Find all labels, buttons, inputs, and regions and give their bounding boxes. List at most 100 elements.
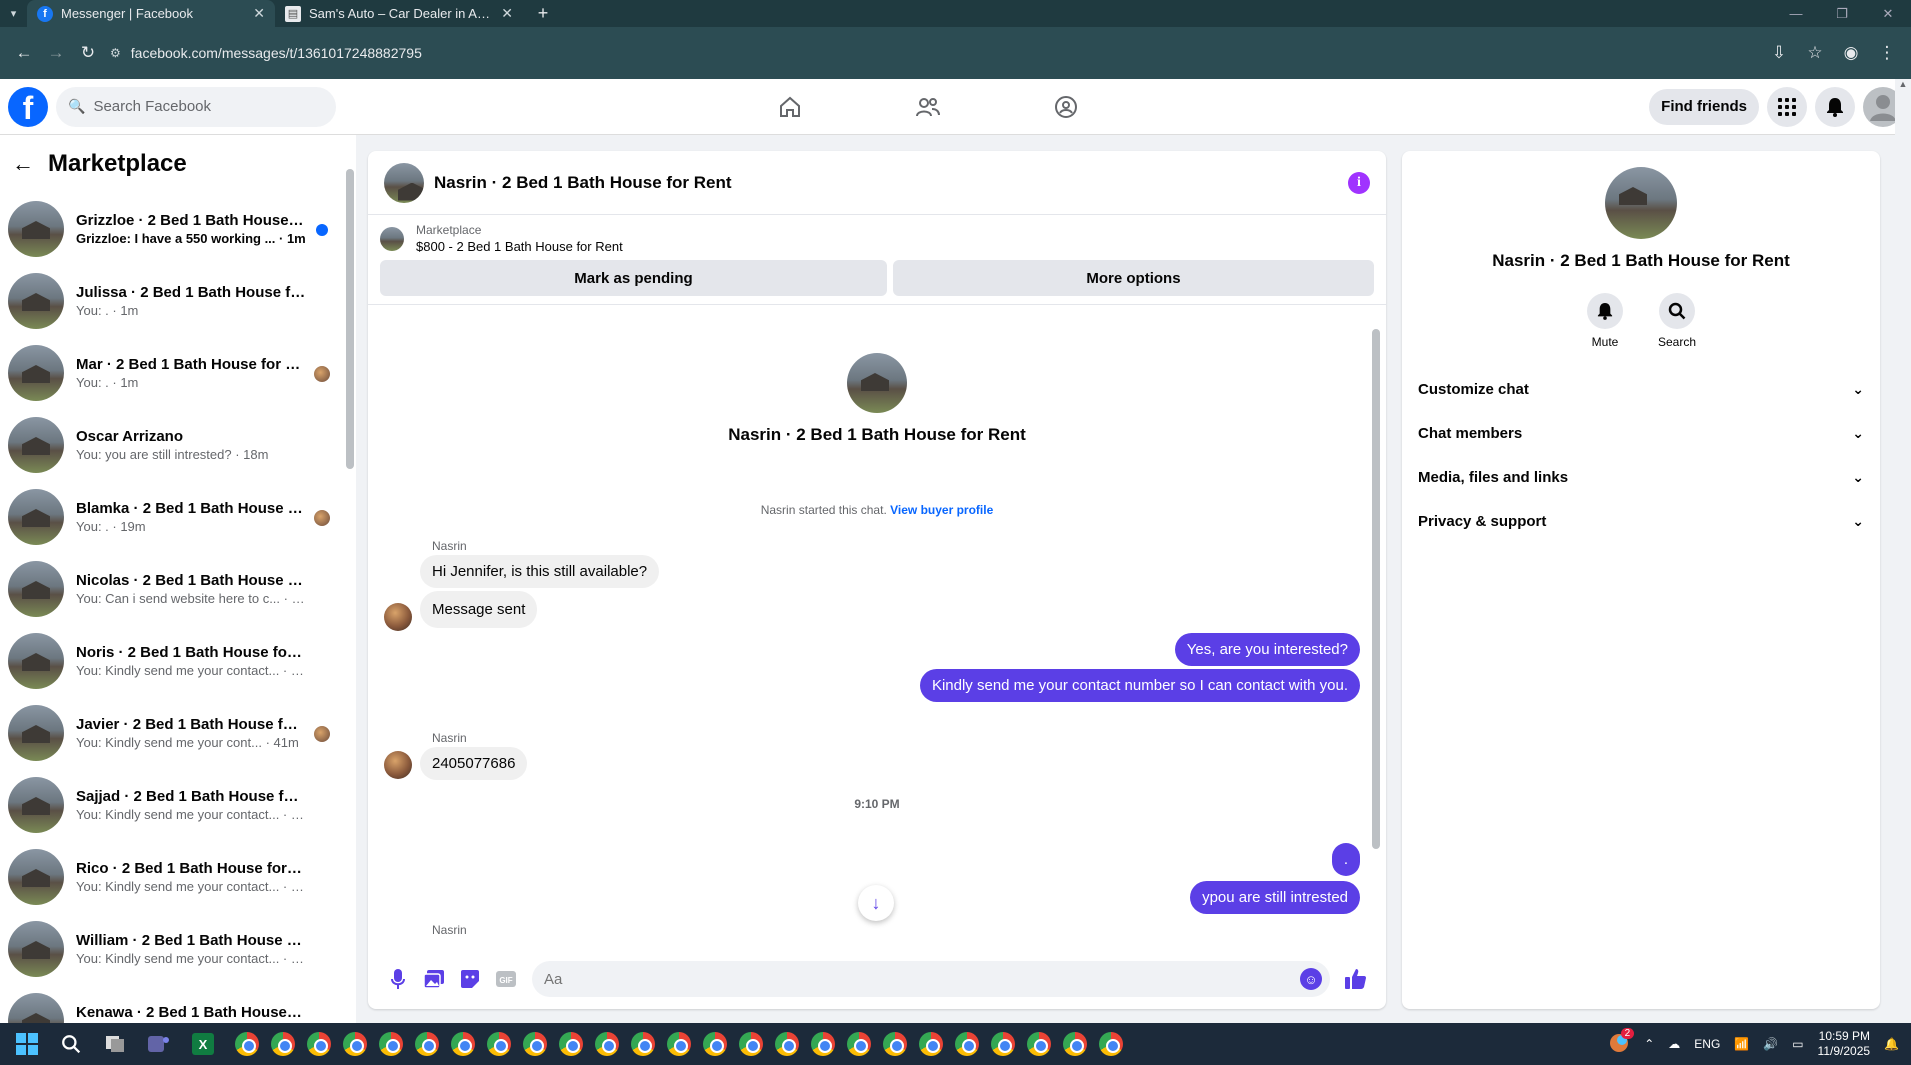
wifi-icon[interactable]: 📶 <box>1734 1037 1749 1051</box>
thumbs-up-icon[interactable] <box>1338 961 1374 997</box>
groups-icon[interactable] <box>1036 79 1096 135</box>
info-avatar[interactable] <box>1605 167 1677 239</box>
chrome-taskbar-icon[interactable] <box>1022 1027 1056 1061</box>
new-tab-button[interactable]: + <box>531 3 555 24</box>
sender-avatar[interactable] <box>384 603 412 631</box>
forward-icon[interactable]: → <box>40 37 72 69</box>
tab-messenger[interactable]: f Messenger | Facebook ✕ <box>27 0 275 27</box>
chrome-taskbar-icon[interactable] <box>950 1027 984 1061</box>
chat-scrollbar[interactable] <box>1372 319 1380 931</box>
scroll-to-bottom-button[interactable]: ↓ <box>858 885 894 921</box>
chrome-taskbar-icon[interactable] <box>878 1027 912 1061</box>
chat-members-section[interactable]: Chat members ⌄ <box>1418 411 1864 455</box>
mark-pending-button[interactable]: Mark as pending <box>380 260 887 296</box>
find-friends-button[interactable]: Find friends <box>1649 88 1759 125</box>
home-icon[interactable] <box>760 79 820 135</box>
listing-thumbnail[interactable] <box>380 226 404 251</box>
message-bubble-outgoing[interactable]: Yes, are you interested? <box>1174 633 1360 666</box>
close-window-icon[interactable]: ✕ <box>1865 6 1911 22</box>
search-input[interactable]: Search Facebook <box>93 98 211 115</box>
chrome-taskbar-icon[interactable] <box>1058 1027 1092 1061</box>
chrome-taskbar-icon[interactable] <box>734 1027 768 1061</box>
chrome-taskbar-icon[interactable] <box>590 1027 624 1061</box>
sidebar-scrollbar[interactable] <box>346 163 354 993</box>
conversation-item[interactable]: Nicolas · 2 Bed 1 Bath House for Rent You… <box>0 553 356 625</box>
message-bubble-outgoing[interactable]: ypou are still intrested <box>1190 881 1360 914</box>
clock[interactable]: 10:59 PM 11/9/2025 <box>1818 1029 1871 1059</box>
chrome-taskbar-icon[interactable] <box>482 1027 516 1061</box>
chrome-taskbar-icon[interactable] <box>986 1027 1020 1061</box>
language-indicator[interactable]: ENG <box>1694 1037 1720 1051</box>
chrome-taskbar-icon[interactable] <box>518 1027 552 1061</box>
microphone-icon[interactable] <box>380 961 416 997</box>
intro-avatar[interactable] <box>847 353 907 413</box>
facebook-logo-icon[interactable]: f <box>8 86 48 127</box>
chrome-taskbar-icon[interactable] <box>338 1027 372 1061</box>
show-hidden-icons-icon[interactable]: ⌃ <box>1644 1037 1654 1051</box>
scroll-up-arrow-icon[interactable]: ▲ <box>1895 79 1911 89</box>
copilot-icon[interactable]: 2 <box>1608 1027 1635 1057</box>
restore-icon[interactable]: ❐ <box>1819 6 1865 22</box>
conversation-item[interactable]: Mar · 2 Bed 1 Bath House for Rent You: . … <box>0 337 356 409</box>
conversation-item[interactable]: Oscar Arrizano You: you are still intrest… <box>0 409 356 481</box>
back-arrow-icon[interactable]: ← <box>12 151 34 177</box>
notifications-bell-icon[interactable] <box>1815 86 1855 127</box>
close-icon[interactable]: ✕ <box>253 5 265 22</box>
browser-menu-icon[interactable]: ⋮ <box>1871 37 1903 69</box>
chrome-taskbar-icon[interactable] <box>842 1027 876 1061</box>
notification-bell-icon[interactable]: 🔔 <box>1884 1037 1899 1051</box>
message-bubble-incoming[interactable]: Hi Jennifer, is this still available? <box>420 555 660 588</box>
conversation-item[interactable]: Julissa · 2 Bed 1 Bath House for Rent You… <box>0 265 356 337</box>
url-field[interactable]: ⚙ facebook.com/messages/t/13610172488827… <box>110 37 1763 69</box>
cloud-weather-icon[interactable]: ☁ <box>1668 1037 1680 1051</box>
listing-price[interactable]: $800 - 2 Bed 1 Bath House for Rent <box>416 239 623 254</box>
chrome-taskbar-icon[interactable] <box>806 1027 840 1061</box>
emoji-icon[interactable]: ☺ <box>1300 968 1322 990</box>
sticker-icon[interactable] <box>452 961 488 997</box>
chrome-taskbar-icon[interactable] <box>698 1027 732 1061</box>
chrome-taskbar-icon[interactable] <box>410 1027 444 1061</box>
search-box[interactable]: 🔍 Search Facebook <box>56 86 336 127</box>
message-bubble-outgoing[interactable]: . <box>1331 843 1360 876</box>
back-icon[interactable]: ← <box>8 37 40 69</box>
windows-start-icon[interactable] <box>10 1027 44 1061</box>
menu-grid-icon[interactable] <box>1767 86 1807 127</box>
tab-search-icon[interactable]: ▾ <box>0 0 27 27</box>
chrome-taskbar-icon[interactable] <box>266 1027 300 1061</box>
install-app-icon[interactable]: ⇩ <box>1763 37 1795 69</box>
message-bubble-incoming[interactable]: Message sent <box>420 591 538 628</box>
teams-icon[interactable] <box>142 1027 176 1061</box>
more-options-button[interactable]: More options <box>892 260 1374 296</box>
chrome-taskbar-icon[interactable] <box>554 1027 588 1061</box>
chat-avatar[interactable] <box>384 162 424 203</box>
photo-icon[interactable] <box>416 961 452 997</box>
message-bubble-outgoing[interactable]: Kindly send me your contact number so I … <box>919 669 1360 702</box>
battery-icon[interactable]: ▭ <box>1792 1037 1803 1051</box>
conversation-item[interactable]: Blamka · 2 Bed 1 Bath House for Rent You:… <box>0 481 356 553</box>
conversation-item[interactable]: Noris · 2 Bed 1 Bath House for Rent You: … <box>0 625 356 697</box>
chrome-taskbar-icon[interactable] <box>626 1027 660 1061</box>
friends-icon[interactable] <box>898 79 958 135</box>
sender-avatar[interactable] <box>384 751 412 779</box>
close-icon[interactable]: ✕ <box>501 5 513 22</box>
mute-button[interactable]: Mute <box>1587 293 1623 349</box>
site-info-icon[interactable]: ⚙ <box>110 46 121 60</box>
search-in-chat-button[interactable]: Search <box>1658 293 1696 349</box>
chrome-taskbar-icon[interactable] <box>770 1027 804 1061</box>
task-view-icon[interactable] <box>98 1027 132 1061</box>
page-scrollbar[interactable]: ▲ <box>1895 79 1911 1023</box>
chrome-taskbar-icon[interactable] <box>914 1027 948 1061</box>
chrome-taskbar-icon[interactable] <box>302 1027 336 1061</box>
gif-icon[interactable]: GIF <box>488 961 524 997</box>
message-bubble-incoming[interactable]: 2405077686 <box>420 747 528 780</box>
reload-icon[interactable]: ↻ <box>72 37 104 69</box>
tab-sams-auto[interactable]: ▤ Sam's Auto – Car Dealer in Akron ✕ <box>275 0 523 27</box>
conversation-item[interactable]: Grizzloe · 2 Bed 1 Bath House for Rent Gr… <box>0 193 356 265</box>
chrome-taskbar-icon[interactable] <box>374 1027 408 1061</box>
privacy-support-section[interactable]: Privacy & support ⌄ <box>1418 499 1864 543</box>
message-input[interactable] <box>532 961 1330 997</box>
chat-title[interactable]: Nasrin · 2 Bed 1 Bath House for Rent <box>434 173 732 193</box>
volume-icon[interactable]: 🔊 <box>1763 1037 1778 1051</box>
conversation-item[interactable]: Javier · 2 Bed 1 Bath House for Rent You:… <box>0 697 356 769</box>
view-buyer-profile-link[interactable]: View buyer profile <box>890 503 993 517</box>
